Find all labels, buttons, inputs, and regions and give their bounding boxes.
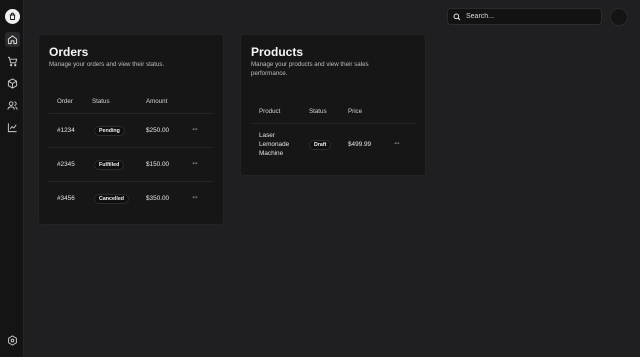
column-header-status: Status — [309, 108, 327, 115]
orders-card: Orders Manage your orders and view their… — [38, 34, 224, 225]
cart-icon[interactable] — [5, 54, 20, 69]
order-id: #2345 — [57, 161, 75, 168]
search-bar[interactable] — [447, 8, 602, 25]
products-card: Products Manage your products and view t… — [240, 34, 426, 176]
column-header-order: Order — [57, 98, 73, 105]
expand-arrows-icon[interactable]: ⇔ — [191, 158, 199, 167]
avatar[interactable] — [610, 8, 628, 26]
product-name-line3: Machine — [259, 150, 284, 157]
search-input[interactable] — [466, 13, 596, 20]
users-icon[interactable] — [5, 98, 20, 113]
column-header-price: Price — [348, 108, 363, 115]
products-description-line1: Manage your products and view their sale… — [251, 61, 369, 68]
divider — [251, 123, 415, 124]
package-icon[interactable] — [5, 76, 20, 91]
product-name-line2: Lemonade — [259, 141, 290, 148]
expand-arrows-icon[interactable]: ⇔ — [191, 124, 199, 133]
status-badge: Fulfilled — [94, 160, 125, 170]
product-name-line1: Laser — [259, 132, 275, 139]
settings-icon[interactable] — [5, 333, 20, 348]
order-id: #3456 — [57, 195, 75, 202]
orders-description: Manage your orders and view their status… — [49, 61, 165, 68]
status-badge: Pending — [94, 126, 125, 136]
order-amount: $350.00 — [146, 195, 170, 202]
order-amount: $150.00 — [146, 161, 170, 168]
line-chart-icon[interactable] — [5, 120, 20, 135]
column-header-status: Status — [92, 98, 110, 105]
divider — [49, 147, 213, 148]
logo-bag-icon[interactable] — [5, 9, 20, 24]
expand-arrows-icon[interactable]: ⇔ — [191, 192, 199, 201]
order-id: #1234 — [57, 127, 75, 134]
home-icon[interactable] — [5, 32, 20, 47]
divider — [49, 113, 213, 114]
expand-arrows-icon[interactable]: ⇔ — [393, 138, 401, 147]
status-badge: Draft — [309, 140, 332, 150]
search-icon — [453, 13, 461, 20]
product-price: $499.99 — [348, 141, 372, 148]
divider — [49, 181, 213, 182]
order-amount: $250.00 — [146, 127, 170, 134]
orders-title: Orders — [49, 45, 89, 59]
status-badge: Cancelled — [94, 194, 130, 204]
sidebar — [0, 0, 24, 357]
products-title: Products — [251, 45, 304, 59]
products-description-line2: performance. — [251, 70, 288, 77]
column-header-amount: Amount — [146, 98, 168, 105]
column-header-product: Product — [259, 108, 281, 115]
